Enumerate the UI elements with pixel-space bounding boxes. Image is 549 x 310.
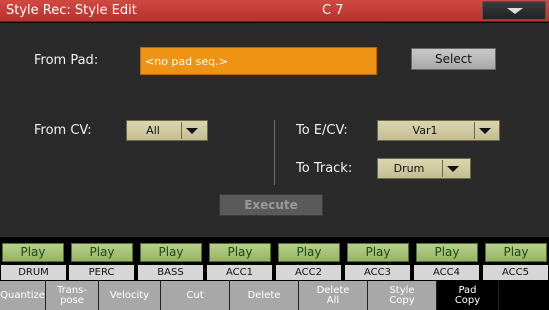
track-name-perc: PERC (69, 265, 134, 280)
play-button-acc4[interactable]: Play (416, 243, 478, 262)
play-button-acc3[interactable]: Play (347, 243, 409, 262)
from-pad-field[interactable]: <no pad seq.> (140, 47, 377, 75)
page-title: Style Rec: Style Edit (6, 3, 137, 18)
tab-pad-copy[interactable]: Pad Copy (437, 281, 499, 310)
play-row: Play Play Play Play Play Play Play Play (0, 240, 549, 264)
page-menu-button[interactable] (482, 1, 546, 20)
track-name-acc1: ACC1 (207, 265, 272, 280)
chord-indicator: C 7 (322, 3, 344, 18)
tab-delete-all[interactable]: Delete All (299, 281, 368, 310)
tab-velocity[interactable]: Velocity (99, 281, 161, 310)
tab-style-copy[interactable]: Style Copy (368, 281, 437, 310)
chevron-down-icon (447, 166, 459, 172)
track-name-acc2: ACC2 (276, 265, 341, 280)
track-name-acc5: ACC5 (483, 265, 548, 280)
from-pad-label: From Pad: (34, 53, 99, 68)
title-bar: Style Rec: Style Edit C 7 (0, 0, 549, 22)
execute-button[interactable]: Execute (219, 194, 323, 216)
chevron-down-icon (507, 8, 523, 14)
tab-cut[interactable]: Cut (161, 281, 230, 310)
track-name-acc4: ACC4 (414, 265, 479, 280)
from-cv-label: From CV: (34, 123, 92, 138)
track-name-row: DRUM PERC BASS ACC1 ACC2 ACC3 ACC4 ACC5 (0, 265, 549, 280)
to-ecv-value: Var1 (412, 124, 438, 137)
track-name-drum: DRUM (1, 265, 66, 280)
from-cv-value: All (146, 124, 160, 137)
to-track-arrow[interactable] (442, 160, 470, 177)
tab-transpose[interactable]: Trans- pose (46, 281, 99, 310)
to-track-label: To Track: (296, 161, 353, 176)
from-cv-arrow[interactable] (181, 122, 207, 139)
to-ecv-dropdown[interactable]: Var1 (377, 120, 500, 141)
play-button-perc[interactable]: Play (71, 243, 133, 262)
to-track-value: Drum (393, 162, 425, 175)
to-track-dropdown[interactable]: Drum (377, 158, 471, 179)
from-cv-dropdown[interactable]: All (126, 120, 208, 141)
divider (274, 120, 275, 185)
play-button-acc5[interactable]: Play (485, 243, 547, 262)
chevron-down-icon (479, 128, 491, 134)
to-ecv-arrow[interactable] (474, 122, 499, 139)
track-name-acc3: ACC3 (345, 265, 410, 280)
play-button-bass[interactable]: Play (140, 243, 202, 262)
play-button-acc1[interactable]: Play (209, 243, 271, 262)
track-name-bass: BASS (138, 265, 203, 280)
to-ecv-label: To E/CV: (296, 123, 348, 138)
tab-quantize[interactable]: Quantize (0, 281, 46, 310)
tab-bar: Quantize Trans- pose Velocity Cut Delete… (0, 281, 549, 310)
main-panel: From Pad: <no pad seq.> Select From CV: … (0, 23, 549, 237)
chevron-down-icon (186, 128, 198, 134)
tab-delete[interactable]: Delete (230, 281, 299, 310)
play-button-acc2[interactable]: Play (278, 243, 340, 262)
play-button-drum[interactable]: Play (2, 243, 64, 262)
select-button[interactable]: Select (411, 48, 496, 70)
